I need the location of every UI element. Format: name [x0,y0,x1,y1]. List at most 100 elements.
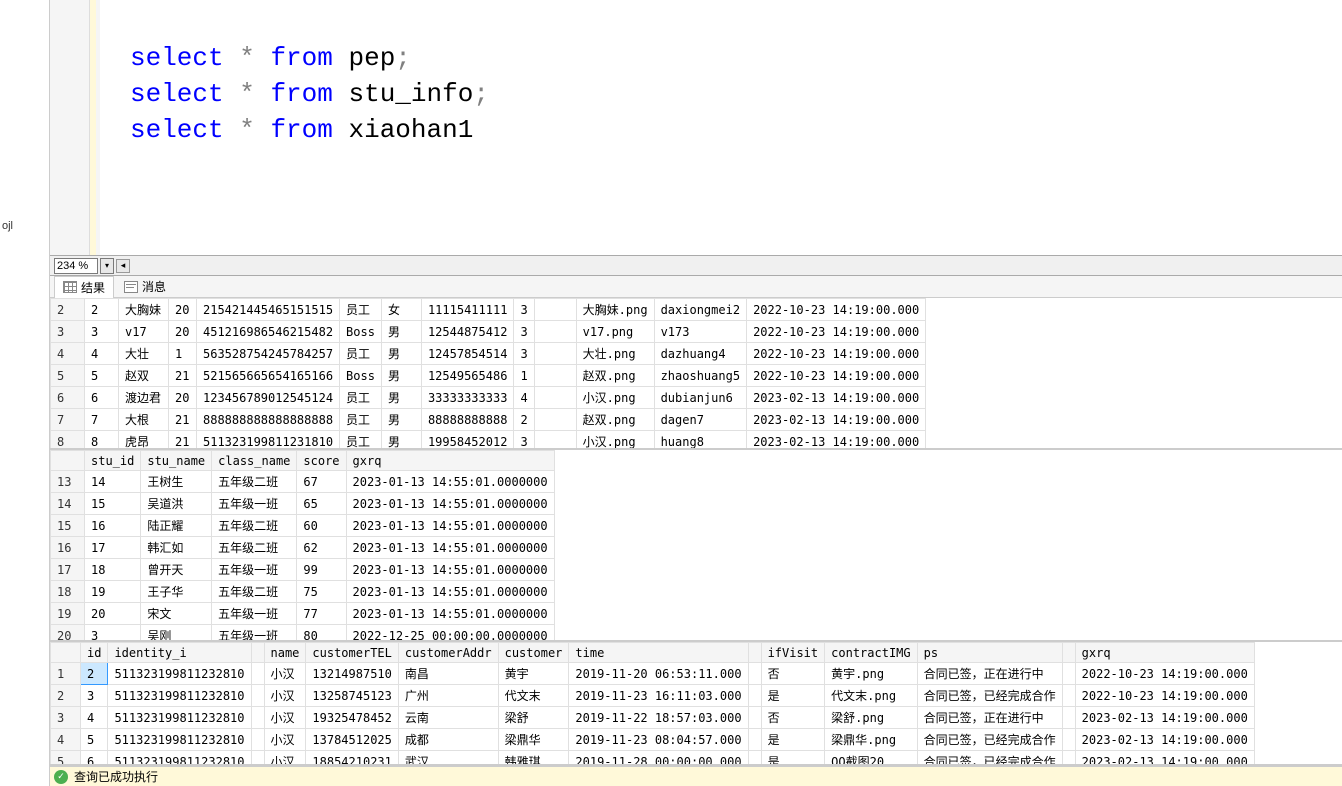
table-cell[interactable]: 2023-01-13 14:55:01.0000000 [346,471,554,493]
table-cell[interactable]: 18 [85,559,141,581]
table-cell[interactable]: 韩雅琪 [498,751,569,767]
table-row[interactable]: 77大根21888888888888888888员工男888888888882赵… [51,409,926,431]
column-header[interactable]: score [297,451,346,471]
table-cell[interactable]: 2023-02-13 14:19:00.000 [1075,729,1254,751]
table-cell[interactable]: 12457854514 [421,343,513,365]
column-header[interactable]: stu_id [85,451,141,471]
table-cell[interactable]: 五年级一班 [212,493,297,515]
table-cell[interactable]: 五年级二班 [212,581,297,603]
table-cell[interactable]: 888888888888888888 [197,409,340,431]
table-cell[interactable]: 2023-02-13 14:19:00.000 [747,387,926,409]
table-cell[interactable] [748,685,761,707]
table-cell[interactable]: 511323199811232810 [108,663,251,685]
table-cell[interactable] [534,409,576,431]
table-cell[interactable]: 88888888888 [421,409,513,431]
column-header[interactable]: ifVisit [761,643,825,663]
table-cell[interactable]: 2023-01-13 14:55:01.0000000 [346,581,554,603]
table-cell[interactable]: 男 [381,365,421,387]
table-cell[interactable]: 2023-02-13 14:19:00.000 [1075,707,1254,729]
table-cell[interactable]: 19 [85,581,141,603]
table-cell[interactable]: 2 [514,409,534,431]
table-cell[interactable]: 4 [514,387,534,409]
table-cell[interactable]: 2023-01-13 14:55:01.0000000 [346,537,554,559]
table-cell[interactable]: 男 [381,343,421,365]
table-cell[interactable]: 20 [51,625,85,643]
table-cell[interactable]: 11115411111 [421,299,513,321]
table-cell[interactable]: daxiongmei2 [654,299,746,321]
table-cell[interactable] [748,707,761,729]
table-cell[interactable] [534,299,576,321]
table-cell[interactable]: 黄宇 [498,663,569,685]
column-header[interactable]: time [569,643,748,663]
result-grid-1[interactable]: 22大胸妹20215421445465151515员工女111154111113… [50,298,1342,450]
table-cell[interactable] [534,343,576,365]
table-cell[interactable]: 员工 [340,431,382,451]
table-cell[interactable]: 3 [514,321,534,343]
table-cell[interactable]: 16 [51,537,85,559]
table-cell[interactable]: 3 [514,431,534,451]
table-cell[interactable]: 75 [297,581,346,603]
table-cell[interactable]: 18854210231 [306,751,398,767]
table-cell[interactable]: 吴刚 [141,625,212,643]
table-cell[interactable]: 2022-10-23 14:19:00.000 [747,299,926,321]
table-cell[interactable]: 2 [81,663,108,685]
table-cell[interactable]: 17 [51,559,85,581]
table-cell[interactable]: 5 [51,365,85,387]
table-cell[interactable]: 2019-11-23 08:04:57.000 [569,729,748,751]
table-cell[interactable]: 五年级一班 [212,603,297,625]
table-cell[interactable]: 大胸妹 [119,299,169,321]
column-header[interactable]: id [81,643,108,663]
column-header[interactable]: class_name [212,451,297,471]
table-cell[interactable]: 2023-01-13 14:55:01.0000000 [346,493,554,515]
table-cell[interactable]: 14 [51,493,85,515]
table-cell[interactable] [748,729,761,751]
table-cell[interactable]: 吴道洪 [141,493,212,515]
table-cell[interactable]: 451216986546215482 [197,321,340,343]
table-cell[interactable]: Boss [340,365,382,387]
table-cell[interactable]: 2019-11-23 16:11:03.000 [569,685,748,707]
column-header[interactable] [748,643,761,663]
table-cell[interactable] [1062,707,1075,729]
table-cell[interactable]: Boss [340,321,382,343]
table-cell[interactable] [534,431,576,451]
table-cell[interactable]: 62 [297,537,346,559]
table-cell[interactable]: QQ截图20... [825,751,917,767]
column-header[interactable]: customerTEL [306,643,398,663]
table-cell[interactable]: 2 [51,685,81,707]
table-cell[interactable]: 2023-01-13 14:55:01.0000000 [346,515,554,537]
table-row[interactable]: 1920宋文五年级一班772023-01-13 14:55:01.0000000 [51,603,555,625]
table-cell[interactable]: 2022-10-23 14:19:00.000 [747,321,926,343]
tab-messages[interactable]: 消息 [116,276,174,297]
table-cell[interactable]: 2022-12-25 00:00:00.0000000 [346,625,554,643]
table-cell[interactable]: 511323199811231810 [197,431,340,451]
table-row[interactable]: 1819王子华五年级二班752023-01-13 14:55:01.000000… [51,581,555,603]
table-cell[interactable] [534,387,576,409]
table-cell[interactable]: 4 [85,343,119,365]
table-cell[interactable]: 南昌 [398,663,498,685]
column-header[interactable]: name [264,643,306,663]
table-cell[interactable]: 13784512025 [306,729,398,751]
table-cell[interactable] [1062,663,1075,685]
table-cell[interactable]: 77 [297,603,346,625]
table-cell[interactable]: 大胸妹.png [576,299,654,321]
table-cell[interactable] [748,663,761,685]
table-cell[interactable]: 511323199811232810 [108,751,251,767]
table-cell[interactable]: 小汉.png [576,431,654,451]
column-header[interactable]: customerAddr [398,643,498,663]
table-cell[interactable]: 小汉 [264,707,306,729]
table-cell[interactable]: 大壮 [119,343,169,365]
table-cell[interactable]: 2023-02-13 14:19:00.000 [747,431,926,451]
table-cell[interactable]: 合同已签，正在进行中 [917,707,1062,729]
table-cell[interactable]: 99 [297,559,346,581]
table-cell[interactable]: 4 [81,707,108,729]
table-cell[interactable]: 小汉 [264,751,306,767]
table-cell[interactable]: 511323199811232810 [108,685,251,707]
table-cell[interactable]: 黄宇.png [825,663,917,685]
table-row[interactable]: 1516陆正耀五年级二班602023-01-13 14:55:01.000000… [51,515,555,537]
table-cell[interactable]: 6 [51,387,85,409]
table-cell[interactable]: 1 [169,343,197,365]
table-cell[interactable]: v17 [119,321,169,343]
table-cell[interactable] [251,663,264,685]
table-cell[interactable]: 33333333333 [421,387,513,409]
table-cell[interactable]: dazhuang4 [654,343,746,365]
